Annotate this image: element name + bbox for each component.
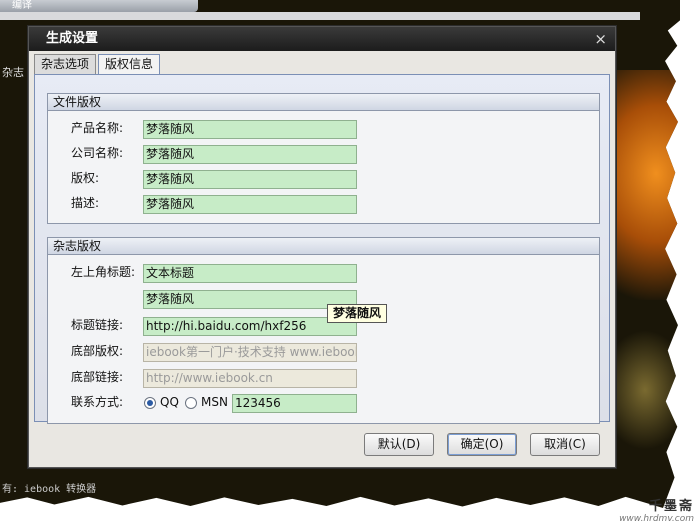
background-tab[interactable]: 编译 <box>0 0 198 12</box>
background-side-text: 杂志 <box>2 66 24 79</box>
magazine-copyright-group: 杂志版权 左上角标题: 文本标题 梦落随风 标题链接: http://hi.ba… <box>47 237 600 424</box>
tab-bar: 杂志选项 版权信息 <box>34 54 162 75</box>
contact-label: 联系方式: <box>71 395 124 409</box>
tab-copyright-info[interactable]: 版权信息 <box>98 54 161 75</box>
corner-title-label: 左上角标题: <box>71 265 136 279</box>
tab-magazine-options[interactable]: 杂志选项 <box>34 54 97 74</box>
qq-radio[interactable] <box>144 397 156 409</box>
copyright-field[interactable]: 梦落随风 <box>143 170 357 189</box>
background-toolbar-strip <box>0 12 640 20</box>
cancel-button[interactable]: 取消(C) <box>530 433 600 456</box>
default-button[interactable]: 默认(D) <box>364 433 434 456</box>
corner-title-field[interactable]: 文本标题 <box>143 264 357 283</box>
bottom-copyright-label: 底部版权: <box>71 344 124 358</box>
copyright-panel: 文件版权 产品名称: 梦落随风 公司名称: 梦落随风 版权: 梦落随风 描述: … <box>34 74 610 424</box>
bottom-link-label: 底部链接: <box>71 370 124 384</box>
magazine-copyright-title: 杂志版权 <box>48 238 599 255</box>
msn-radio-label[interactable]: MSN <box>201 393 228 412</box>
product-name-field[interactable]: 梦落随风 <box>143 120 357 139</box>
file-copyright-title: 文件版权 <box>48 94 599 111</box>
watermark-url: www.hrdmv.com <box>619 514 694 524</box>
watermark-logo: 千墨斋 <box>648 499 694 514</box>
qq-radio-label[interactable]: QQ <box>160 393 179 412</box>
close-icon[interactable]: × <box>594 27 607 51</box>
msn-radio[interactable] <box>185 397 197 409</box>
title-link-field[interactable]: http://hi.baidu.com/hxf256 <box>143 317 357 336</box>
product-name-label: 产品名称: <box>71 121 124 135</box>
watermark: 千墨斋 www.hrdmv.com <box>619 495 694 524</box>
tooltip: 梦落随风 <box>327 304 387 323</box>
title-link-label: 标题链接: <box>71 318 124 332</box>
file-copyright-group: 文件版权 产品名称: 梦落随风 公司名称: 梦落随风 版权: 梦落随风 描述: … <box>47 93 600 224</box>
description-field[interactable]: 梦落随风 <box>143 195 357 214</box>
corner-title-field-2[interactable]: 梦落随风 <box>143 290 357 309</box>
bottom-link-field[interactable]: http://www.iebook.cn <box>143 369 357 388</box>
contact-field[interactable]: 123456 <box>232 394 357 413</box>
dialog-title: 生成设置 <box>46 31 99 46</box>
company-name-field[interactable]: 梦落随风 <box>143 145 357 164</box>
screenshot-frame: 编译 杂志 有: iebook 转换器 生成设置 × 杂志选项 版权信息 文件版… <box>0 0 680 508</box>
dialog-titlebar[interactable]: 生成设置 × <box>29 27 615 51</box>
background-status-text: 有: iebook 转换器 <box>2 484 97 495</box>
ok-button[interactable]: 确定(O) <box>447 433 517 456</box>
company-name-label: 公司名称: <box>71 146 124 160</box>
bottom-copyright-field[interactable]: iebook第一门户·技术支持 www.iebook.cn <box>143 343 357 362</box>
generate-settings-dialog: 生成设置 × 杂志选项 版权信息 文件版权 产品名称: 梦落随风 公司名称: 梦… <box>28 26 616 468</box>
copyright-label: 版权: <box>71 171 100 185</box>
description-label: 描述: <box>71 196 100 210</box>
